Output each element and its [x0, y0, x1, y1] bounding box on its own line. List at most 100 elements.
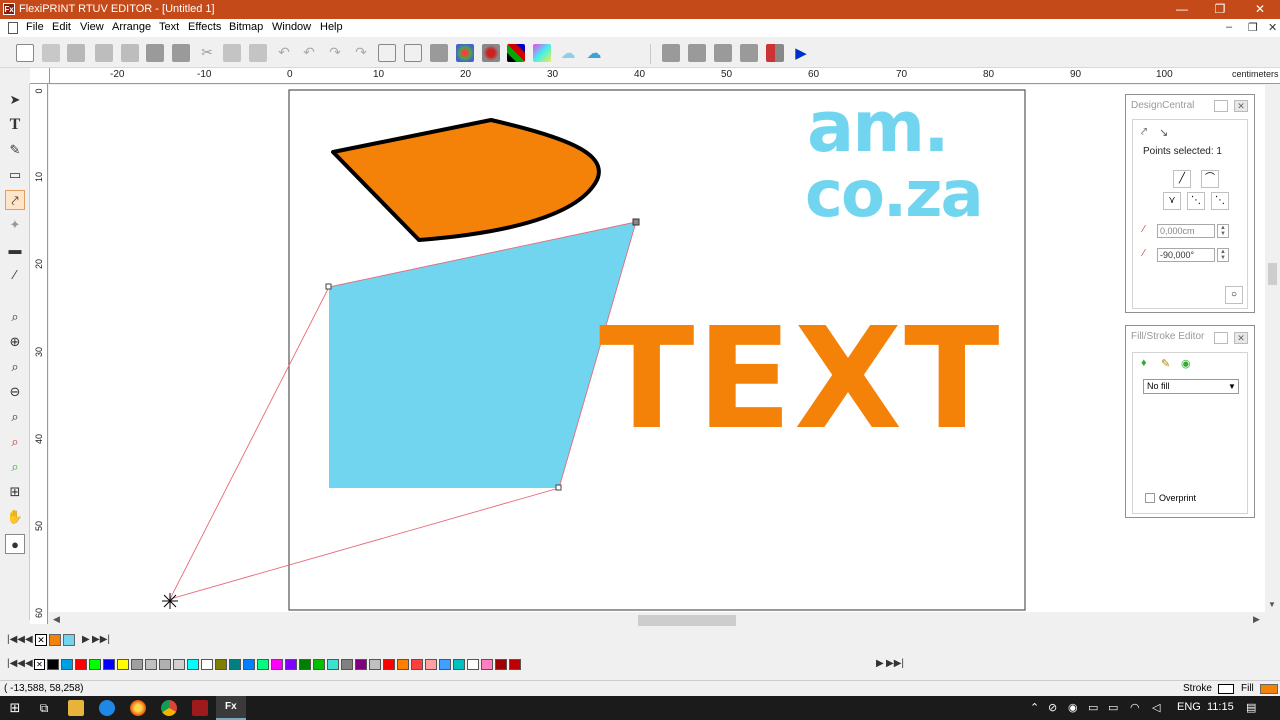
mdi-minimize-button[interactable]: – [1226, 21, 1232, 33]
battery-icon[interactable]: ▭ [1088, 701, 1098, 714]
palette-swatch[interactable] [145, 659, 157, 670]
save-file-icon[interactable] [67, 44, 85, 62]
close-button[interactable]: ✕ [1240, 0, 1280, 19]
mdi-close-button[interactable]: ✕ [1268, 21, 1277, 34]
zoom-selected-icon[interactable]: ⌕ [5, 432, 25, 452]
arrange-icon[interactable] [378, 44, 396, 62]
effects-icon[interactable]: ◉ [1181, 357, 1191, 370]
menu-text[interactable]: Text [159, 21, 179, 33]
no-color-swatch[interactable]: ✕ [35, 634, 47, 646]
scroll-left-icon[interactable]: ◀ [53, 614, 60, 625]
palette-swatch[interactable] [215, 659, 227, 670]
palette-swatch[interactable] [257, 659, 269, 670]
group-icon[interactable] [766, 44, 784, 62]
import-icon[interactable] [95, 44, 113, 62]
palette-swatch[interactable] [509, 659, 521, 670]
palette-swatch[interactable] [61, 659, 73, 670]
document-icon[interactable] [8, 22, 18, 34]
bring-to-front-icon[interactable] [740, 44, 758, 62]
firefox-icon[interactable] [130, 700, 146, 716]
measure-tool-icon[interactable]: ▬ [5, 240, 25, 260]
paste-icon[interactable] [249, 44, 267, 62]
stroke-pen-icon[interactable]: ✎ [1161, 357, 1170, 370]
palette-swatch[interactable] [481, 659, 493, 670]
select-tool-icon[interactable]: ➤ [5, 90, 25, 110]
cloud-icon[interactable]: ☁ [559, 44, 577, 62]
redo-list-icon[interactable]: ↷ [352, 44, 370, 62]
app-icon[interactable] [192, 700, 208, 716]
cyan-swatch[interactable] [63, 634, 75, 646]
palette-prev-icon[interactable]: ◀ [25, 658, 33, 669]
pan-tool-icon[interactable]: ✋ [5, 507, 25, 527]
line-segment-icon[interactable]: ╱ [1173, 170, 1191, 188]
palette-swatch[interactable] [341, 659, 353, 670]
print-icon[interactable] [146, 44, 164, 62]
undo-list-icon[interactable]: ↶ [300, 44, 318, 62]
maximize-button[interactable]: ❐ [1200, 0, 1240, 19]
circle-option-icon[interactable]: ○ [1225, 286, 1243, 304]
smooth-node-icon[interactable]: ⋱ [1187, 192, 1205, 210]
minimize-button[interactable]: — [1162, 0, 1202, 19]
curve-segment-icon[interactable]: ⌒ [1201, 170, 1219, 188]
palette-swatch[interactable] [453, 659, 465, 670]
palette-next-icon[interactable]: ▶ [876, 658, 884, 669]
angle-stepper-icon[interactable]: ▲ ▼ [1217, 248, 1229, 262]
new-file-icon[interactable] [16, 44, 34, 62]
horizontal-ruler[interactable]: -20 -10 0 10 20 30 40 50 60 70 80 90 100… [50, 68, 1280, 84]
node-handle[interactable] [555, 484, 562, 491]
drawing-canvas[interactable]: am. co.za TEXT [49, 85, 1265, 612]
play-icon[interactable]: ▶ [792, 44, 810, 62]
vertical-scrollbar[interactable]: ▼ [1265, 85, 1280, 612]
send-backward-icon[interactable] [688, 44, 706, 62]
cloud-upload-icon[interactable]: ☁ [585, 44, 603, 62]
palette-first-icon[interactable]: |◀◀ [7, 658, 25, 669]
menu-file[interactable]: File [26, 21, 44, 33]
palette-swatch[interactable] [495, 659, 507, 670]
menu-bitmap[interactable]: Bitmap [229, 21, 263, 33]
cut-contour-icon[interactable] [172, 44, 190, 62]
palette-swatch[interactable] [47, 659, 59, 670]
palette-swatch[interactable] [369, 659, 381, 670]
next-icon[interactable]: ▶ [82, 634, 90, 645]
zoom-all-icon[interactable]: ⌕ [5, 407, 25, 427]
volume-icon[interactable]: ◁ [1152, 701, 1160, 714]
menu-view[interactable]: View [80, 21, 104, 33]
palette-swatch[interactable] [467, 659, 479, 670]
browser-icon[interactable] [99, 700, 115, 716]
copy-icon[interactable] [223, 44, 241, 62]
zoom-tool-icon[interactable]: ⌕ [5, 307, 25, 327]
notifications-icon[interactable]: ▤ [1246, 701, 1256, 714]
color-wheel-icon[interactable] [456, 44, 474, 62]
menu-window[interactable]: Window [272, 21, 311, 33]
prev-icon[interactable]: ◀ [25, 634, 33, 645]
node-handle[interactable] [325, 283, 332, 290]
wifi-icon[interactable]: ◠ [1130, 701, 1140, 714]
overprint-checkbox[interactable] [1145, 493, 1155, 503]
redo-icon[interactable]: ↷ [326, 44, 344, 62]
palette-swatch[interactable] [117, 659, 129, 670]
fill-bucket-icon[interactable]: ♦ [1141, 357, 1147, 369]
orange-swatch[interactable] [49, 634, 61, 646]
panel-close-icon[interactable]: ✕ [1234, 332, 1248, 344]
scroll-right-icon[interactable]: ▶ [1253, 614, 1260, 625]
open-file-icon[interactable] [42, 44, 60, 62]
knife-tool-icon[interactable]: ✦ [5, 215, 25, 235]
clock[interactable]: 11:15 [1207, 701, 1234, 713]
panel-minimize-icon[interactable] [1214, 332, 1228, 344]
menu-help[interactable]: Help [320, 21, 343, 33]
zoom-out-icon[interactable]: ⊖ [5, 382, 25, 402]
ruler-origin-icon[interactable] [30, 68, 50, 84]
fill-swatch[interactable] [1260, 684, 1278, 694]
chevron-up-icon[interactable]: ⌃ [1030, 701, 1039, 714]
mdi-restore-button[interactable]: ❐ [1248, 21, 1258, 34]
palette-swatch[interactable] [75, 659, 87, 670]
palette-swatch[interactable] [103, 659, 115, 670]
palette-swatch[interactable] [89, 659, 101, 670]
zoom-page-icon[interactable]: ⌕ [5, 357, 25, 377]
flexi-task-button[interactable]: Fx [216, 696, 246, 720]
align-icon[interactable] [404, 44, 422, 62]
palette-swatch[interactable] [159, 659, 171, 670]
cut-icon[interactable]: ✂ [198, 44, 216, 62]
palette-swatch[interactable] [187, 659, 199, 670]
horizontal-scrollbar[interactable]: ◀ ▶ [49, 612, 1265, 628]
